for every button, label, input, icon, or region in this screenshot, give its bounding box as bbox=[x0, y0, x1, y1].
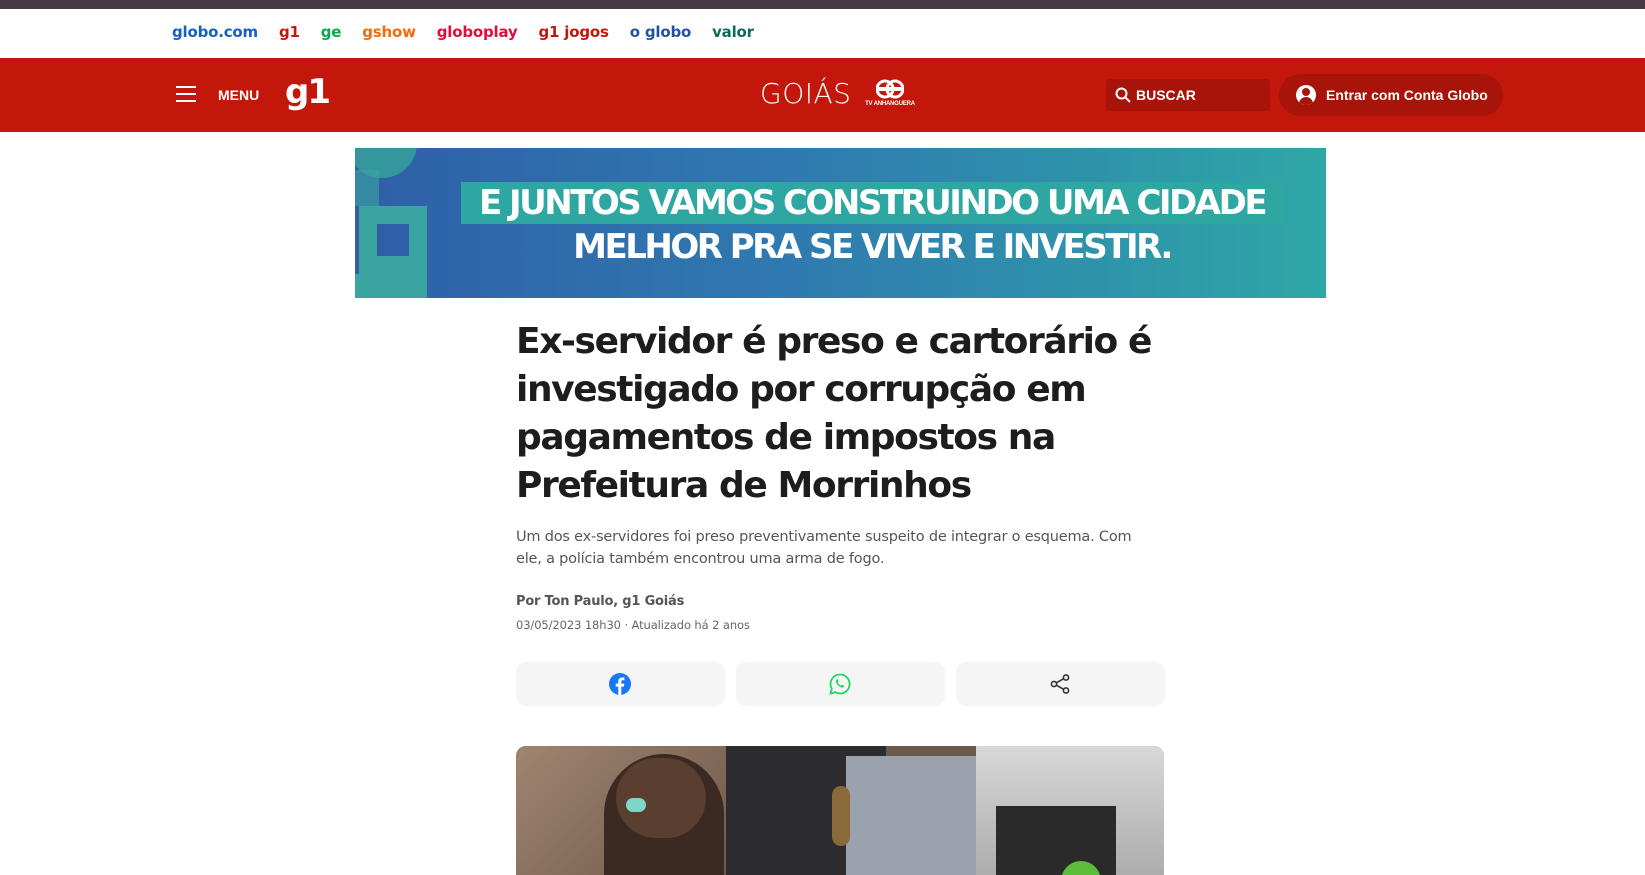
article-title: Ex-servidor é preso e cartorário é inves… bbox=[516, 321, 1152, 506]
banner-line-1: E JUNTOS VAMOS CONSTRUINDO UMA CIDADE bbox=[478, 183, 1268, 223]
search-input[interactable]: BUSCAR bbox=[1106, 79, 1270, 111]
user-avatar-icon bbox=[1296, 85, 1316, 105]
banner-decoration bbox=[359, 206, 427, 274]
article-date: 03/05/2023 18h30 · Atualizado há 2 anos bbox=[516, 618, 750, 632]
login-label: Entrar com Conta Globo bbox=[1326, 87, 1488, 103]
network-link-g1-jogos[interactable]: g1 jogos bbox=[539, 23, 609, 41]
network-link-o-globo[interactable]: o globo bbox=[630, 23, 692, 41]
tv-anhanguera-logo[interactable]: TV ANHANGUERA bbox=[862, 79, 918, 109]
share-facebook-button[interactable] bbox=[516, 662, 725, 706]
share-icon bbox=[1050, 674, 1070, 694]
network-link-globoplay[interactable]: globoplay bbox=[437, 23, 518, 41]
share-generic-button[interactable] bbox=[956, 662, 1165, 706]
network-link-g1[interactable]: g1 bbox=[279, 23, 300, 41]
whatsapp-icon bbox=[829, 673, 851, 695]
network-link-gshow[interactable]: gshow bbox=[362, 23, 416, 41]
banner-decoration bbox=[355, 274, 427, 298]
network-link-valor[interactable]: valor bbox=[712, 23, 754, 41]
facebook-icon bbox=[609, 673, 631, 695]
hamburger-menu-icon[interactable] bbox=[176, 86, 196, 102]
article-main-photo[interactable] bbox=[516, 746, 1164, 875]
login-button[interactable]: Entrar com Conta Globo bbox=[1279, 74, 1503, 116]
affiliate-name: TV ANHANGUERA bbox=[865, 101, 915, 107]
ad-banner[interactable]: E JUNTOS VAMOS CONSTRUINDO UMA CIDADE ME… bbox=[355, 148, 1326, 298]
globo-network-bar: globo.com g1 ge gshow globoplay g1 jogos… bbox=[0, 9, 1645, 58]
menu-button[interactable]: MENU bbox=[218, 87, 259, 103]
network-link-ge[interactable]: ge bbox=[321, 23, 342, 41]
tv-anhanguera-mark-icon bbox=[876, 79, 904, 99]
article-author: Por Ton Paulo, g1 Goiás bbox=[516, 594, 685, 609]
share-whatsapp-button[interactable] bbox=[736, 662, 945, 706]
search-icon bbox=[1115, 87, 1131, 103]
network-links: globo.com g1 ge gshow globoplay g1 jogos… bbox=[172, 23, 775, 41]
site-header: MENU g1 GOIÁS TV ANHANGUERA BUSCAR Entra… bbox=[0, 58, 1645, 132]
g1-logo[interactable]: g1 bbox=[285, 72, 331, 112]
search-label: BUSCAR bbox=[1136, 87, 1196, 103]
network-link-globo[interactable]: globo.com bbox=[172, 23, 258, 41]
article-subtitle: Um dos ex-servidores foi preso preventiv… bbox=[516, 529, 1132, 567]
region-title[interactable]: GOIÁS bbox=[760, 77, 851, 110]
banner-line-2: MELHOR PRA SE VIVER E INVESTIR. bbox=[573, 227, 1173, 267]
browser-top-strip bbox=[0, 0, 1645, 9]
banner-decoration bbox=[355, 170, 379, 206]
